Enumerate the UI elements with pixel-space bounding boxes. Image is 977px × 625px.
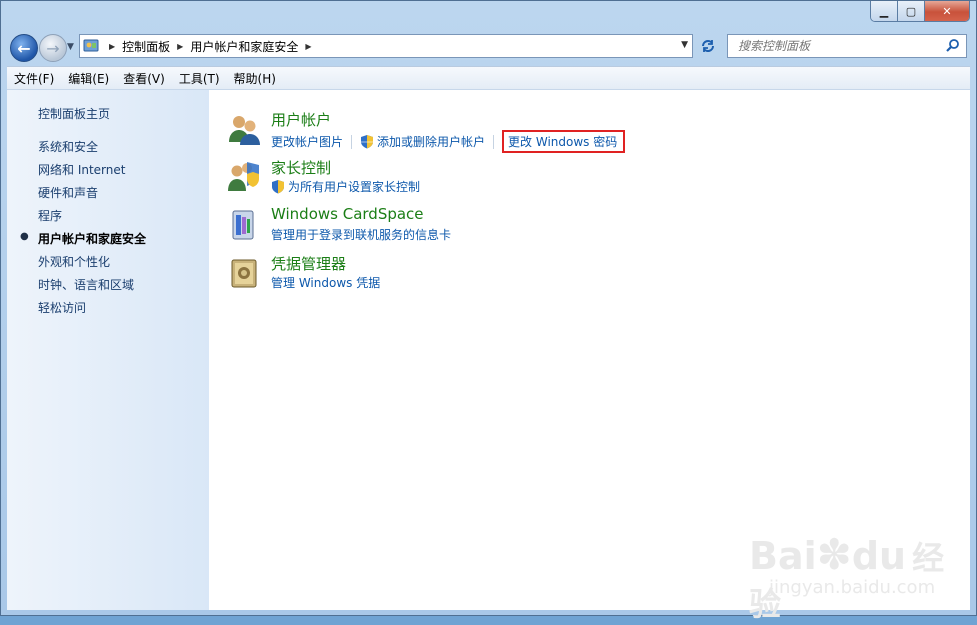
change-account-picture-link[interactable]: 更改帐户图片 xyxy=(271,133,343,150)
caption-buttons: ▁ ▢ ✕ xyxy=(870,1,970,22)
sidebar-item-programs[interactable]: 程序 xyxy=(38,207,62,224)
sidebar: 控制面板主页 系统和安全 网络和 Internet 硬件和声音 程序 ● 用户帐… xyxy=(7,90,209,610)
category-cardspace-title[interactable]: Windows CardSpace xyxy=(271,205,424,223)
manage-info-cards-link[interactable]: 管理用于登录到联机服务的信息卡 xyxy=(271,226,451,243)
watermark-brand-part2: du xyxy=(851,534,907,578)
parental-controls-icon[interactable] xyxy=(227,160,261,194)
breadcrumb-chevron-icon: ▶ xyxy=(109,41,116,51)
add-remove-accounts-link[interactable]: 添加或删除用户帐户 xyxy=(360,133,485,150)
back-button[interactable]: ← xyxy=(10,34,38,62)
credential-manager-icon[interactable] xyxy=(227,256,261,290)
breadcrumb-user-accounts[interactable]: 用户帐户和家庭安全 xyxy=(190,38,298,55)
address-bar[interactable]: ▶ 控制面板 ▶ 用户帐户和家庭安全 ▶ ▼ xyxy=(79,34,693,58)
cardspace-tasks: 管理用于登录到联机服务的信息卡 xyxy=(271,226,451,243)
forward-button[interactable]: → xyxy=(39,34,67,62)
set-parental-controls-link[interactable]: 为所有用户设置家长控制 xyxy=(271,178,420,195)
main-panel: 用户帐户 更改帐户图片 添加或删除用户帐户 更改 Windows 密码 家长控制 xyxy=(209,90,970,623)
set-parental-controls-label[interactable]: 为所有用户设置家长控制 xyxy=(288,178,420,195)
uac-shield-icon xyxy=(361,135,374,149)
credential-manager-tasks: 管理 Windows 凭据 xyxy=(271,274,380,291)
sidebar-item-appearance[interactable]: 外观和个性化 xyxy=(38,253,110,270)
refresh-button[interactable] xyxy=(697,35,719,57)
breadcrumb-chevron-icon[interactable]: ▶ xyxy=(177,42,183,51)
menu-bar: 文件(F) 编辑(E) 查看(V) 工具(T) 帮助(H) xyxy=(7,66,970,89)
breadcrumb-control-panel[interactable]: 控制面板 xyxy=(122,38,170,55)
control-panel-window: ▁ ▢ ✕ ← → ▼ ▶ 控制面板 ▶ 用户帐户和家庭安全 ▶ ▼ 搜索控制面… xyxy=(0,0,977,623)
breadcrumb-chevron-icon[interactable]: ▶ xyxy=(305,42,311,51)
menu-file[interactable]: 文件(F) xyxy=(7,70,61,87)
navigation-bar: ← → ▼ ▶ 控制面板 ▶ 用户帐户和家庭安全 ▶ ▼ xyxy=(1,31,976,65)
user-accounts-icon[interactable] xyxy=(227,112,261,146)
watermark-paw-icon: ✽ xyxy=(816,530,852,579)
cardspace-icon[interactable] xyxy=(227,208,261,242)
recent-pages-dropdown-icon[interactable]: ▼ xyxy=(67,42,74,52)
sidebar-item-user-accounts[interactable]: 用户帐户和家庭安全 xyxy=(38,230,146,247)
add-remove-accounts-label[interactable]: 添加或删除用户帐户 xyxy=(377,133,485,150)
address-dropdown-icon[interactable]: ▼ xyxy=(681,40,688,50)
watermark-brand-part1: Bai xyxy=(749,534,817,578)
menu-tools[interactable]: 工具(T) xyxy=(172,70,227,87)
category-user-accounts-title[interactable]: 用户帐户 xyxy=(271,109,331,130)
sidebar-item-network[interactable]: 网络和 Internet xyxy=(38,161,125,178)
category-credential-manager-title[interactable]: 凭据管理器 xyxy=(271,253,346,274)
divider xyxy=(493,134,495,149)
search-box[interactable] xyxy=(727,34,967,58)
uac-shield-icon xyxy=(272,180,284,194)
content-area: 控制面板主页 系统和安全 网络和 Internet 硬件和声音 程序 ● 用户帐… xyxy=(7,89,970,623)
parental-controls-tasks: 为所有用户设置家长控制 xyxy=(271,178,420,195)
sidebar-item-system-security[interactable]: 系统和安全 xyxy=(38,138,98,155)
menu-edit[interactable]: 编辑(E) xyxy=(61,70,116,87)
refresh-icon xyxy=(702,40,714,52)
close-button[interactable]: ✕ xyxy=(925,1,969,21)
manage-windows-credentials-link[interactable]: 管理 Windows 凭据 xyxy=(271,274,380,291)
sidebar-home-link[interactable]: 控制面板主页 xyxy=(38,105,110,122)
control-panel-icon xyxy=(80,38,102,54)
change-windows-password-link[interactable]: 更改 Windows 密码 xyxy=(502,130,626,153)
sidebar-item-ease-of-access[interactable]: 轻松访问 xyxy=(38,299,86,316)
search-icon[interactable] xyxy=(945,38,960,56)
title-bar: ▁ ▢ ✕ xyxy=(1,1,976,31)
sidebar-item-clock-language[interactable]: 时钟、语言和区域 xyxy=(38,276,134,293)
maximize-button[interactable]: ▢ xyxy=(898,1,925,21)
category-parental-controls-title[interactable]: 家长控制 xyxy=(271,157,331,178)
menu-view[interactable]: 查看(V) xyxy=(116,70,172,87)
divider xyxy=(351,134,353,149)
minimize-button[interactable]: ▁ xyxy=(871,1,898,21)
active-bullet-icon: ● xyxy=(20,231,29,242)
sidebar-item-hardware[interactable]: 硬件和声音 xyxy=(38,184,98,201)
user-accounts-tasks: 更改帐户图片 添加或删除用户帐户 更改 Windows 密码 xyxy=(271,130,626,153)
search-input[interactable] xyxy=(736,38,940,54)
watermark-url: jingyan.baidu.com xyxy=(769,577,936,598)
menu-help[interactable]: 帮助(H) xyxy=(227,70,283,87)
